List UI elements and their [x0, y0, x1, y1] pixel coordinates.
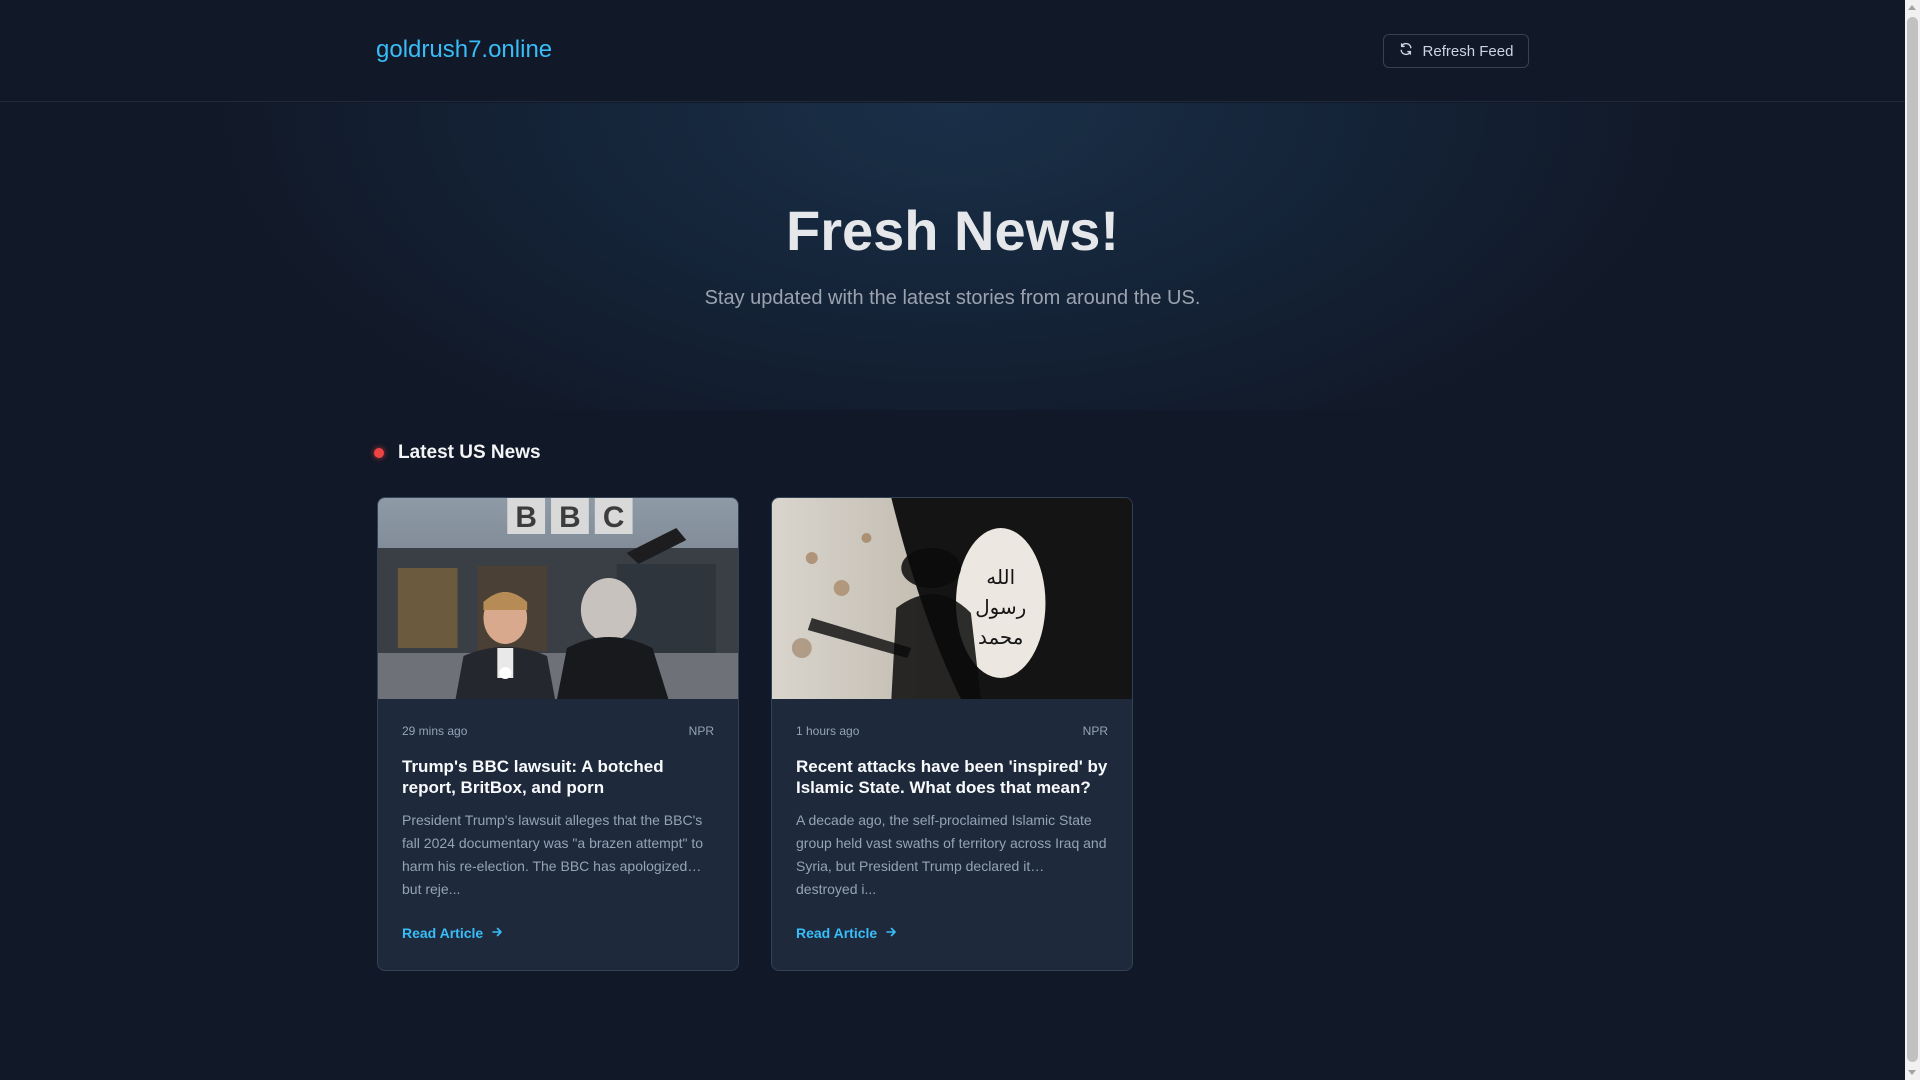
brand-logo-link[interactable]: goldrush7.online	[376, 36, 552, 64]
page: goldrush7.online Refresh Feed Fresh News…	[0, 0, 1905, 1080]
live-indicator-dot	[374, 448, 384, 458]
svg-text:الله: الله	[986, 565, 1015, 589]
hero-banner: Fresh News! Stay updated with the latest…	[0, 103, 1905, 410]
article-source: NPR	[688, 724, 714, 738]
article-description: A decade ago, the self-proclaimed Islami…	[796, 812, 1107, 897]
read-article-link[interactable]: Read Article	[402, 925, 503, 941]
read-article-link[interactable]: Read Article	[796, 925, 897, 941]
svg-text:C: C	[603, 501, 625, 534]
article-thumbnail-image[interactable]: B B C	[378, 498, 738, 699]
article-source: NPR	[1082, 724, 1108, 738]
hero-subtitle: Stay updated with the latest stories fro…	[704, 287, 1201, 309]
article-time: 29 mins ago	[402, 724, 468, 738]
hero-title: Fresh News!	[786, 199, 1119, 262]
svg-text:رسول: رسول	[975, 595, 1026, 619]
vertical-scrollbar[interactable]	[1905, 0, 1920, 1080]
refresh-feed-button[interactable]: Refresh Feed	[1383, 34, 1529, 68]
article-description: President Trump's lawsuit alleges that t…	[402, 812, 703, 897]
article-meta: 29 mins ago NPR	[402, 724, 714, 738]
article-meta: 1 hours ago NPR	[796, 724, 1108, 738]
refresh-feed-label: Refresh Feed	[1422, 42, 1514, 60]
site-header: goldrush7.online Refresh Feed	[0, 0, 1905, 102]
svg-text:B: B	[559, 501, 581, 534]
article-thumbnail-image[interactable]: الله رسول محمد	[772, 498, 1132, 699]
scroll-down-arrow-icon[interactable]	[1908, 1070, 1916, 1075]
article-card: الله رسول محمد 1 hours ago NPR Recent at…	[771, 497, 1133, 971]
svg-text:B: B	[515, 501, 537, 534]
article-card: B B C 29 mins ago NPR Trump's BBC lawsui…	[377, 497, 739, 971]
refresh-icon	[1399, 42, 1413, 60]
read-article-label: Read Article	[796, 925, 878, 941]
article-time: 1 hours ago	[796, 724, 860, 738]
arrow-right-icon	[885, 925, 897, 941]
read-article-label: Read Article	[402, 925, 484, 941]
section-header: Latest US News	[374, 442, 541, 464]
article-title[interactable]: Recent attacks have been 'inspired' by I…	[796, 756, 1108, 798]
section-title: Latest US News	[398, 442, 541, 463]
article-title[interactable]: Trump's BBC lawsuit: A botched report, B…	[402, 756, 714, 798]
scrollbar-thumb[interactable]	[1907, 17, 1918, 1062]
scroll-up-arrow-icon[interactable]	[1908, 5, 1916, 10]
svg-text:محمد: محمد	[978, 625, 1023, 649]
arrow-right-icon	[491, 925, 503, 941]
